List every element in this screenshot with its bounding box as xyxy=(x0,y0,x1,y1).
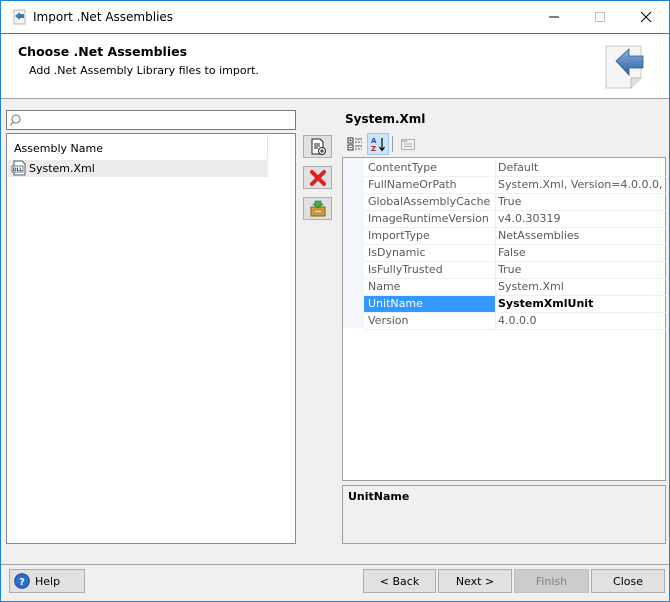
property-value[interactable]: True xyxy=(498,262,666,278)
search-box[interactable] xyxy=(6,110,296,130)
categorized-icon xyxy=(347,137,362,151)
next-button[interactable]: Next > xyxy=(438,569,512,593)
property-name: FullNameOrPath xyxy=(364,177,496,193)
property-row[interactable]: Version 4.0.0.0 xyxy=(364,313,666,330)
close-icon xyxy=(640,11,652,22)
assembly-name: System.Xml xyxy=(29,162,95,175)
property-row-selected[interactable]: UnitName SystemXmlUnit xyxy=(364,296,666,313)
close-window-button[interactable] xyxy=(623,1,669,32)
svg-text:DLL: DLL xyxy=(13,167,23,173)
property-name: IsFullyTrusted xyxy=(364,262,496,278)
property-value[interactable]: v4.0.30319 xyxy=(498,211,666,227)
property-pages-button[interactable] xyxy=(397,133,419,155)
column-header-assembly-name[interactable]: Assembly Name xyxy=(8,135,268,159)
property-name: ContentType xyxy=(364,160,496,176)
window-title: Import .Net Assemblies xyxy=(33,10,174,24)
search-input[interactable] xyxy=(25,112,293,128)
property-name: UnitName xyxy=(364,296,496,312)
property-value[interactable]: 4.0.0.0 xyxy=(498,313,666,329)
property-pages-icon xyxy=(401,139,415,150)
alphabetical-button[interactable]: A Z xyxy=(367,133,389,155)
minimize-button[interactable] xyxy=(531,1,577,32)
property-row[interactable]: ImportType NetAssemblies xyxy=(364,228,666,245)
remove-assembly-button[interactable] xyxy=(303,166,332,189)
import-assembly-button[interactable] xyxy=(303,197,332,220)
help-label: Help xyxy=(35,574,61,588)
remove-x-icon xyxy=(309,169,326,186)
property-row[interactable]: ContentType Default xyxy=(364,160,666,177)
property-row[interactable]: IsFullyTrusted True xyxy=(364,262,666,279)
property-name: ImportType xyxy=(364,228,496,244)
property-description-panel: UnitName xyxy=(342,485,666,544)
property-name: IsDynamic xyxy=(364,245,496,261)
property-value[interactable]: SystemXmlUnit xyxy=(498,296,666,312)
svg-text:Z: Z xyxy=(371,145,376,152)
property-row[interactable]: FullNameOrPath System.Xml, Version=4.0.0… xyxy=(364,177,666,194)
property-name: ImageRuntimeVersion xyxy=(364,211,496,227)
property-value[interactable]: System.Xml xyxy=(498,279,666,295)
import-box-icon xyxy=(310,200,325,216)
dll-file-icon: DLL xyxy=(11,160,26,176)
assembly-list[interactable]: Assembly Name DLL System.Xml xyxy=(6,133,296,544)
help-button[interactable]: ? Help xyxy=(9,569,85,593)
property-name: GlobalAssemblyCache xyxy=(364,194,496,210)
page-title: Choose .Net Assemblies xyxy=(18,44,188,59)
property-row[interactable]: Name System.Xml xyxy=(364,279,666,296)
title-bar: Import .Net Assemblies xyxy=(1,1,669,33)
wizard-header: Choose .Net Assemblies Add .Net Assembly… xyxy=(1,33,669,99)
close-button[interactable]: Close xyxy=(591,569,665,593)
list-item[interactable]: DLL System.Xml xyxy=(8,160,268,177)
help-icon: ? xyxy=(14,573,30,589)
import-dialog: Import .Net Assemblies Choose .Net Assem… xyxy=(0,0,670,602)
svg-text:A: A xyxy=(371,137,377,145)
add-file-icon xyxy=(311,138,326,155)
property-row[interactable]: GlobalAssemblyCache True xyxy=(364,194,666,211)
svg-text:?: ? xyxy=(19,577,25,588)
property-row[interactable]: IsDynamic False xyxy=(364,245,666,262)
property-name: Name xyxy=(364,279,496,295)
property-name: Version xyxy=(364,313,496,329)
sort-az-icon: A Z xyxy=(371,137,385,152)
finish-button[interactable]: Finish xyxy=(514,569,589,593)
property-value[interactable]: NetAssemblies xyxy=(498,228,666,244)
search-icon xyxy=(10,114,21,126)
description-title: UnitName xyxy=(348,490,410,503)
footer-divider xyxy=(1,564,669,565)
back-button[interactable]: < Back xyxy=(363,569,436,593)
property-grid[interactable]: ContentType Default FullNameOrPath Syste… xyxy=(342,157,666,481)
property-row[interactable]: ImageRuntimeVersion v4.0.30319 xyxy=(364,211,666,228)
property-grid-gutter xyxy=(343,158,364,328)
properties-title: System.Xml xyxy=(345,112,426,126)
page-subtitle: Add .Net Assembly Library files to impor… xyxy=(29,64,259,77)
maximize-button[interactable] xyxy=(577,1,623,32)
minimize-icon xyxy=(549,16,559,17)
property-value[interactable]: False xyxy=(498,245,666,261)
property-value[interactable]: System.Xml, Version=4.0.0.0, Culture=neu… xyxy=(498,177,666,193)
property-value[interactable]: True xyxy=(498,194,666,210)
toolbar-separator xyxy=(392,136,393,152)
property-value[interactable]: Default xyxy=(498,160,666,176)
add-assembly-button[interactable] xyxy=(303,135,332,158)
maximize-icon xyxy=(595,11,605,22)
categorized-button[interactable] xyxy=(344,133,366,155)
column-header-label: Assembly Name xyxy=(14,142,103,155)
app-icon xyxy=(13,9,26,25)
import-arrow-icon xyxy=(605,45,644,89)
